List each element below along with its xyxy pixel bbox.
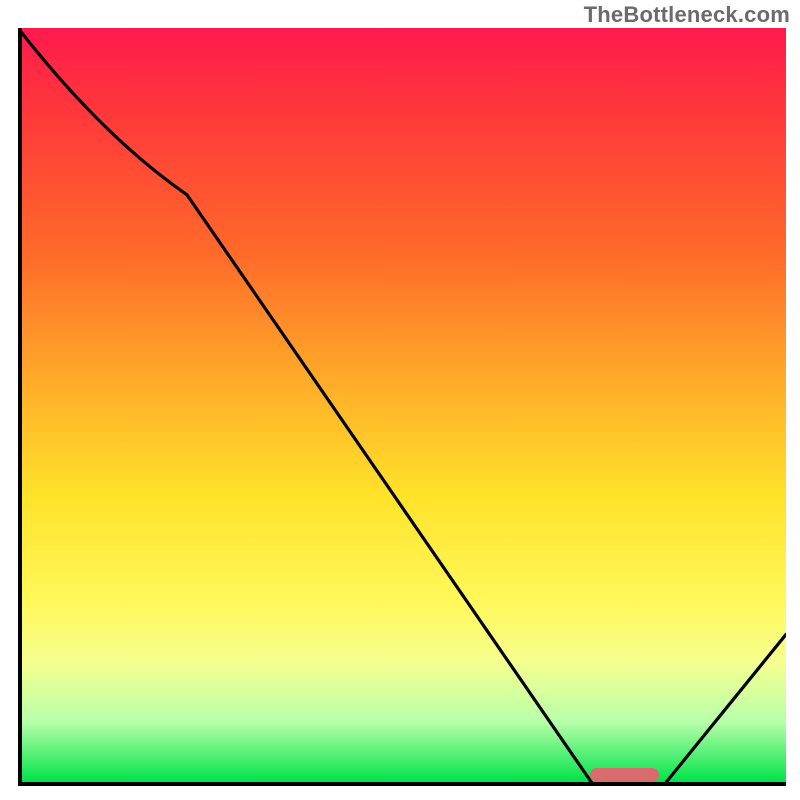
chart-background-gradient (18, 28, 786, 786)
attribution-text: TheBottleneck.com (584, 2, 790, 28)
chart-container: TheBottleneck.com (0, 0, 800, 800)
optimal-range-marker (590, 768, 659, 782)
